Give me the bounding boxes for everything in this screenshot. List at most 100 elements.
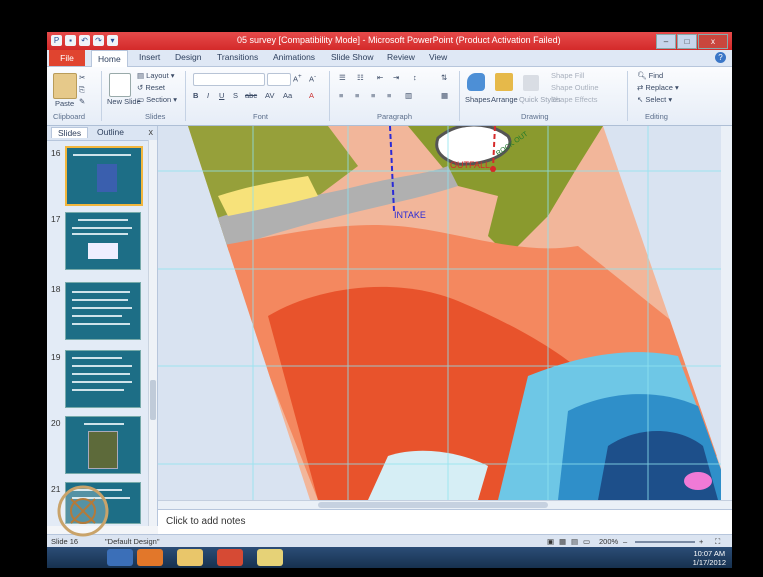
decrease-indent-icon[interactable]: ⇤ (377, 73, 383, 82)
find-button[interactable]: 🔍︎ Find (637, 71, 663, 80)
format-painter-icon[interactable]: ✎ (79, 97, 85, 106)
customize-qat-icon[interactable]: ▾ (107, 35, 118, 46)
scrollbar-thumb[interactable] (150, 380, 156, 420)
thumb-text-line (72, 323, 130, 325)
slide-sorter-icon[interactable]: ▦ (559, 537, 566, 546)
columns-icon[interactable]: ▥ (405, 91, 412, 100)
zoom-out-icon[interactable]: – (623, 537, 627, 546)
shape-effects-button[interactable]: Shape Effects (551, 95, 598, 104)
slide-thumbnail-17[interactable]: 17 (47, 212, 147, 272)
replace-button[interactable]: ⇄ Replace ▾ (637, 83, 679, 92)
slide-thumbnail-image (65, 212, 141, 270)
contour-map-slide[interactable]: INTAKE OUTFALL ROCK OUT (158, 126, 732, 500)
bold-icon[interactable]: B (193, 91, 198, 100)
slide-thumbnail-18[interactable]: 18 (47, 282, 147, 342)
save-icon[interactable]: ▪ (65, 35, 76, 46)
shape-outline-button[interactable]: Shape Outline (551, 83, 599, 92)
horizontal-scrollbar[interactable] (158, 500, 732, 509)
shapes-button[interactable]: Shapes (465, 95, 490, 104)
tab-design[interactable]: Design (175, 52, 201, 62)
reading-view-icon[interactable]: ▤ (571, 537, 578, 546)
undo-icon[interactable]: ↶ (79, 35, 90, 46)
ie-icon[interactable] (107, 549, 133, 566)
slide-thumbnail-20[interactable]: 20 (47, 416, 147, 476)
slide-thumbnail-16[interactable]: 16 (47, 146, 147, 206)
line-spacing-icon[interactable]: ↕ (413, 73, 417, 82)
underline-icon[interactable]: U (219, 91, 224, 100)
new-slide-button[interactable]: New Slide (107, 97, 141, 106)
zoom-slider[interactable] (635, 541, 695, 543)
shapes-icon[interactable] (467, 73, 485, 91)
divider (627, 71, 628, 121)
font-color-icon[interactable]: A (309, 91, 314, 100)
font-size-box[interactable] (267, 73, 291, 86)
section-button[interactable]: ▭ Section ▾ (137, 95, 177, 104)
powerpoint-taskbar-icon[interactable] (217, 549, 243, 566)
tab-outline[interactable]: Outline (97, 127, 124, 137)
shadow-icon[interactable]: S (233, 91, 238, 100)
firefox-icon[interactable] (137, 549, 163, 566)
arrange-icon[interactable] (495, 73, 513, 91)
justify-icon[interactable]: ≡ (387, 91, 391, 100)
align-center-icon[interactable]: ≡ (355, 91, 359, 100)
slide-thumbnail-19[interactable]: 19 (47, 350, 147, 410)
tab-slides[interactable]: Slides (51, 127, 89, 138)
smartart-icon[interactable]: ▦ (441, 91, 448, 100)
font-name-box[interactable] (193, 73, 265, 86)
paste-icon[interactable] (53, 73, 77, 99)
tab-transitions[interactable]: Transitions (217, 52, 258, 62)
new-slide-icon[interactable] (109, 73, 131, 97)
scrollbar-thumb[interactable] (318, 502, 548, 508)
italic-icon[interactable]: I (207, 91, 209, 100)
minimize-button[interactable]: – (656, 34, 676, 49)
normal-view-icon[interactable]: ▣ (547, 537, 554, 546)
copy-icon[interactable]: ⎘ (79, 85, 85, 95)
select-button[interactable]: ↖ Select ▾ (637, 95, 672, 104)
powerpoint-app-icon[interactable]: P (51, 35, 62, 46)
shape-fill-button[interactable]: Shape Fill (551, 71, 584, 80)
folder-icon[interactable] (257, 549, 283, 566)
notes-pane[interactable]: Click to add notes (158, 509, 732, 534)
layout-button[interactable]: ▤ Layout ▾ (137, 71, 175, 80)
fit-slide-icon[interactable]: ⛶ (715, 537, 720, 547)
maximize-button[interactable]: □ (677, 34, 697, 49)
align-right-icon[interactable]: ≡ (371, 91, 375, 100)
close-pane-icon[interactable]: x (149, 127, 154, 137)
zoom-in-icon[interactable]: + (699, 537, 703, 546)
change-case-icon[interactable]: Aa (283, 91, 292, 100)
tab-review[interactable]: Review (387, 52, 415, 62)
tab-view[interactable]: View (429, 52, 447, 62)
quick-styles-icon[interactable] (523, 75, 539, 91)
cut-icon[interactable]: ✂ (79, 73, 85, 82)
redo-icon[interactable]: ↷ (93, 35, 104, 46)
character-spacing-icon[interactable]: AV (265, 91, 274, 100)
tab-slide-show[interactable]: Slide Show (331, 52, 374, 62)
tab-file[interactable]: File (49, 50, 85, 66)
divider (459, 71, 460, 121)
system-clock[interactable]: 10:07 AM 1/17/2012 (693, 549, 726, 567)
slide-editing-area[interactable]: INTAKE OUTFALL ROCK OUT (158, 126, 732, 500)
bullets-icon[interactable]: ☰ (339, 73, 346, 82)
align-left-icon[interactable]: ≡ (339, 91, 343, 100)
grow-font-icon[interactable]: A+ (293, 73, 302, 84)
reset-button[interactable]: ↺ Reset (137, 83, 165, 92)
close-button[interactable]: x (698, 34, 728, 49)
strikethrough-icon[interactable]: abc (245, 91, 257, 100)
increase-indent-icon[interactable]: ⇥ (393, 73, 399, 82)
vertical-scrollbar[interactable] (721, 126, 732, 500)
tab-insert[interactable]: Insert (139, 52, 160, 62)
find-icon: 🔍︎ (637, 71, 649, 80)
slideshow-view-icon[interactable]: ▭ (583, 537, 590, 546)
explorer-icon[interactable] (177, 549, 203, 566)
notes-placeholder[interactable]: Click to add notes (166, 516, 246, 527)
zoom-level[interactable]: 200% (599, 537, 618, 546)
text-direction-icon[interactable]: ⇅ (441, 73, 447, 82)
arrange-button[interactable]: Arrange (491, 95, 518, 104)
numbering-icon[interactable]: ☷ (357, 73, 364, 82)
pane-scrollbar[interactable] (148, 140, 157, 526)
paste-button[interactable]: Paste (55, 99, 74, 108)
help-icon[interactable]: ? (715, 52, 726, 63)
shrink-font-icon[interactable]: A- (309, 73, 316, 84)
tab-home[interactable]: Home (91, 50, 128, 67)
tab-animations[interactable]: Animations (273, 52, 315, 62)
